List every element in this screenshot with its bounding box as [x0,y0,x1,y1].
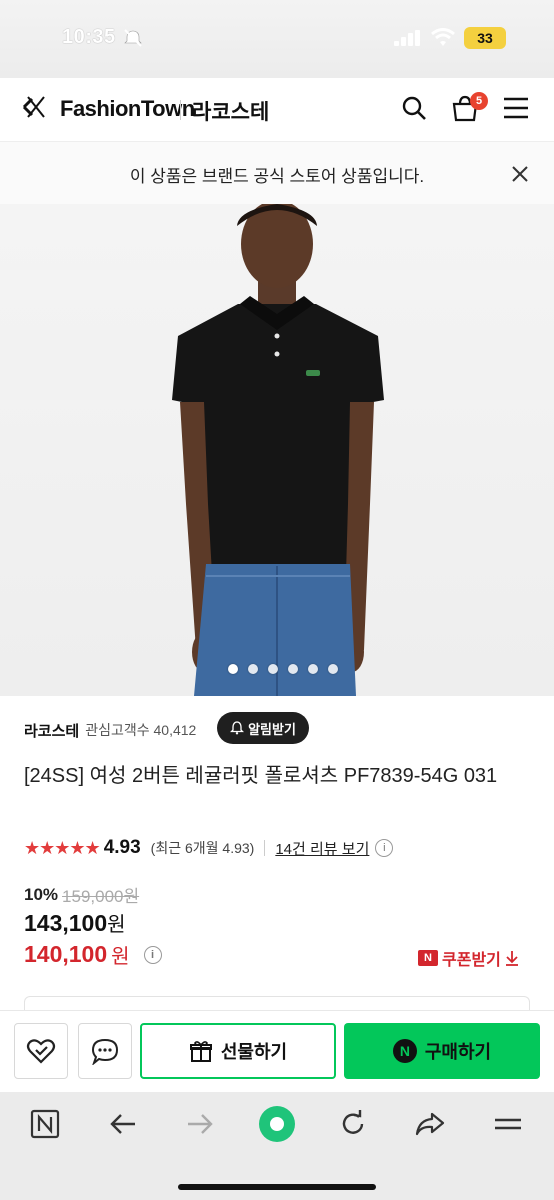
naver-pay-icon: N [392,1039,417,1063]
arrow-left-icon [110,1114,135,1134]
gift-icon [189,1041,212,1062]
gallery-dot[interactable] [248,664,258,674]
heart-check-icon [26,1039,56,1064]
battery-indicator: 33 [464,27,506,49]
original-price: 159,000원 [62,887,140,906]
naver-badge: N [418,950,438,966]
bell-muted-icon [124,29,142,47]
reload-button[interactable] [337,1108,369,1140]
gallery-pagination [228,664,348,676]
gallery-dot[interactable] [268,664,278,674]
share-arrow-icon [415,1112,445,1136]
close-icon[interactable] [508,162,532,186]
recent-rating: (최근 6개월 4.93) [150,840,255,856]
buy-button[interactable]: N 구매하기 [344,1023,540,1079]
store-name[interactable]: 라코스테 [192,96,269,126]
rating-row: ★★★★★ 4.93 (최근 6개월 4.93) 14건 리뷰 보기 i [24,836,394,860]
download-arrow-icon [505,951,518,966]
site-brand[interactable]: FashionTown [60,96,195,122]
coupon-price-unit: 원 [111,946,130,968]
product-info: 라코스테 관심고객수 40,412 알림받기 [24SS] 여성 2버튼 레귤러… [0,696,554,1016]
back-button[interactable] [107,1108,139,1140]
discount-rate: 10% [24,884,59,904]
info-icon[interactable]: i [375,839,394,857]
chat-bubble-icon [91,1038,119,1065]
buy-label: 구매하기 [424,1042,492,1062]
sale-price-value: 143,100 [24,910,108,936]
coupon-download-button[interactable]: N 쿠폰받기 [418,946,519,970]
gallery-dot[interactable] [328,664,338,674]
green-dot-icon [259,1106,295,1142]
talk-button[interactable] [78,1023,132,1079]
reviews-link[interactable]: 14건 리뷰 보기 [275,838,369,859]
naver-n-icon [30,1109,60,1139]
bell-icon [230,721,245,735]
alarm-button[interactable]: 알림받기 [217,712,309,744]
coupon-info-icon[interactable]: i [143,945,162,964]
brand-row: 라코스테 관심고객수 40,412 [24,716,196,744]
wifi-icon [431,28,455,46]
rating-score: 4.93 [103,837,141,858]
naver-home-button[interactable] [29,1108,61,1140]
menu-icon[interactable] [502,96,530,120]
gift-label: 선물하기 [220,1042,288,1062]
search-icon[interactable] [400,94,428,122]
status-time: 10:35 [62,26,116,48]
product-brand[interactable]: 라코스테 [24,720,79,741]
app-header: FashionTown 라코스테 5 [0,78,554,142]
gift-button[interactable]: 선물하기 [140,1023,336,1079]
status-bar: 10:35 33 [0,0,554,78]
menu-lines-icon [495,1118,521,1130]
wishlist-button[interactable] [14,1023,68,1079]
coupon-price-value: 140,100 [24,941,108,967]
alarm-label: 알림받기 [248,721,296,737]
green-dot-button[interactable] [258,1105,296,1143]
discount-row: 10% 159,000원 [24,882,139,907]
fashiontown-logo-icon[interactable] [20,92,50,122]
rating-divider [264,840,266,856]
sale-price-unit: 원 [107,914,126,936]
purchase-action-bar: 선물하기 N 구매하기 [0,1010,554,1092]
signal-icon [394,30,420,46]
official-store-notice: 이 상품은 브랜드 공식 스토어 상품입니다. [0,142,554,204]
product-image[interactable] [0,204,554,696]
gallery-dot[interactable] [228,664,238,674]
share-button[interactable] [414,1108,446,1140]
header-divider [180,100,181,120]
home-indicator[interactable] [178,1184,376,1190]
gallery-dot[interactable] [288,664,298,674]
product-title: [24SS] 여성 2버튼 레귤러핏 폴로셔츠 PF7839-54G 031 [24,765,498,787]
model-in-polo-shirt-illustration [172,204,384,696]
arrow-right-icon [188,1114,213,1134]
forward-button[interactable] [184,1108,216,1140]
follower-count: 관심고객수 40,412 [85,722,197,738]
browser-menu-button[interactable] [492,1108,524,1140]
coupon-price: 140,100 원 i [24,940,162,969]
notice-text: 이 상품은 브랜드 공식 스토어 상품입니다. [129,167,425,186]
coupon-button-label: 쿠폰받기 [442,952,501,969]
cart-count-badge: 5 [470,92,488,110]
gallery-dot[interactable] [308,664,318,674]
star-rating-icon: ★★★★★ [24,837,101,858]
sale-price: 143,100원 [24,908,126,937]
refresh-icon [342,1110,364,1134]
